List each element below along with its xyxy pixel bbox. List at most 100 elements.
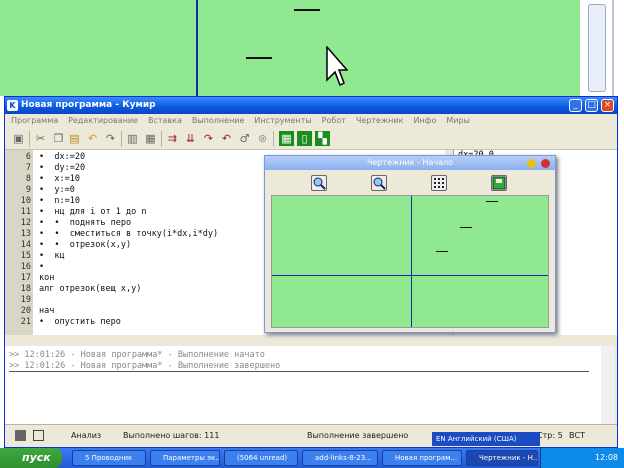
task-button[interactable]: Параметры эк...	[150, 450, 220, 466]
layout-icon[interactable]: ▚	[315, 131, 330, 146]
status-insert-mode: ВСТ	[569, 431, 585, 440]
axis-line	[196, 0, 198, 96]
title-bar[interactable]: K Новая программа - Кумир	[5, 97, 617, 114]
window-icon[interactable]: ▯	[297, 131, 312, 146]
line-number: 16	[20, 262, 31, 272]
panel-border	[612, 0, 614, 96]
code-line[interactable]: • dx:=20	[39, 152, 85, 163]
paste-icon[interactable]: ▤	[67, 131, 82, 146]
line-number: 17	[20, 273, 31, 283]
menu-info[interactable]: Инфо	[413, 116, 436, 125]
drawer-canvas	[271, 195, 549, 328]
line-number: 18	[20, 284, 31, 294]
code-line[interactable]: алг отрезок(вещ x,y)	[39, 284, 141, 295]
task-button[interactable]: Новая програм...	[382, 450, 462, 466]
language-bar[interactable]: EN Английский (США)	[432, 432, 540, 446]
drawer-close-button[interactable]	[541, 159, 550, 168]
drawer-minimize-button[interactable]	[527, 159, 536, 168]
code-line[interactable]: • n:=10	[39, 196, 80, 207]
code-line[interactable]: • dy:=20	[39, 163, 85, 174]
drawn-segment	[436, 251, 448, 252]
task-button-active[interactable]: Чертежник - Н...	[466, 450, 538, 466]
save-icon[interactable]: ▣	[11, 131, 26, 146]
uncomment-icon[interactable]: ▦	[143, 131, 158, 146]
task-button[interactable]: (5064 unread)	[224, 450, 298, 466]
status-mode: Анализ	[71, 431, 102, 440]
code-line[interactable]: • y:=0	[39, 185, 75, 196]
grid-icon[interactable]: ▦	[279, 131, 294, 146]
line-number: 10	[20, 196, 31, 206]
system-tray: 12:08	[540, 448, 624, 468]
stop-icon[interactable]: ⊗	[255, 131, 270, 146]
code-line[interactable]: • опустить перо	[39, 317, 121, 328]
maximize-button[interactable]: □	[585, 99, 598, 112]
copy-icon[interactable]: ❐	[51, 131, 66, 146]
menu-bar: Программа Редактирование Вставка Выполнение…	[5, 114, 617, 128]
code-line[interactable]: • • поднять перо	[39, 218, 131, 229]
messages-scrollbar[interactable]	[601, 346, 615, 424]
status-steps: Выполнено шагов: 111	[123, 431, 220, 440]
step-icon[interactable]: ⇊	[183, 131, 198, 146]
save-status-icon[interactable]	[15, 430, 26, 441]
drawn-segment	[486, 201, 498, 202]
trace-icon[interactable]: ♂	[237, 131, 252, 146]
menu-program[interactable]: Программа	[11, 116, 58, 125]
taskbar: пуск 5 Проводник Параметры эк... (5064 u…	[0, 448, 624, 468]
menu-run[interactable]: Выполнение	[192, 116, 245, 125]
drawn-segment	[294, 9, 320, 11]
toolbar-separator	[273, 131, 274, 147]
save-image-icon[interactable]	[491, 175, 507, 191]
line-number: 8	[25, 174, 31, 184]
start-button[interactable]: пуск	[0, 448, 62, 468]
code-line[interactable]: •	[39, 262, 44, 273]
code-line[interactable]: кон	[39, 273, 54, 284]
step-in-icon[interactable]: ↷	[201, 131, 216, 146]
line-number: 6	[25, 152, 31, 162]
line-number: 7	[25, 163, 31, 173]
cut-icon[interactable]: ✂	[33, 131, 48, 146]
code-line[interactable]: нач	[39, 306, 54, 317]
grid-toggle-icon[interactable]	[431, 175, 447, 191]
close-button[interactable]: ×	[601, 99, 614, 112]
undo-icon[interactable]: ↶	[85, 131, 100, 146]
menu-tools[interactable]: Инструменты	[254, 116, 311, 125]
code-line[interactable]: • x:=10	[39, 174, 80, 185]
window-title: Новая программа - Кумир	[21, 100, 156, 110]
background-drawing-canvas	[0, 0, 582, 96]
drawn-segment	[460, 227, 472, 228]
code-line[interactable]: • • сместиться в точку(i*dx,i*dy)	[39, 229, 218, 240]
zoom-in-icon[interactable]	[311, 175, 327, 191]
code-line[interactable]: • кц	[39, 251, 65, 262]
close-status-icon[interactable]	[33, 430, 44, 441]
run-icon[interactable]: ⇉	[165, 131, 180, 146]
comment-icon[interactable]: ▥	[125, 131, 140, 146]
drawer-title[interactable]: Чертежник - Начало	[265, 156, 555, 170]
menu-edit[interactable]: Редактирование	[68, 116, 138, 125]
zoom-out-icon[interactable]	[371, 175, 387, 191]
redo-icon[interactable]: ↷	[103, 131, 118, 146]
minimize-button[interactable]: _	[569, 99, 582, 112]
toolbar-separator	[29, 131, 30, 147]
toolbar: ▣ ✂ ❐ ▤ ↶ ↷ ▥ ▦ ⇉ ⇊ ↷ ↶ ♂ ⊗ ▦ ▯ ▚	[5, 128, 617, 150]
code-line[interactable]: • нц для i от 1 до n	[39, 207, 146, 218]
line-number: 11	[20, 207, 31, 217]
menu-drawer[interactable]: Чертежник	[356, 116, 404, 125]
menu-insert[interactable]: Вставка	[148, 116, 182, 125]
x-axis	[272, 275, 548, 276]
message-line: >> 12:01:26 - Новая программа* - Выполне…	[9, 350, 265, 360]
message-line: >> 12:01:26 - Новая программа* - Выполне…	[9, 361, 589, 372]
messages-panel: >> 12:01:26 - Новая программа* - Выполне…	[5, 346, 601, 424]
scrollbar[interactable]	[588, 4, 606, 92]
line-number: 21	[20, 317, 31, 327]
step-out-icon[interactable]: ↶	[219, 131, 234, 146]
line-number: 14	[20, 240, 31, 250]
task-button[interactable]: 5 Проводник	[72, 450, 146, 466]
menu-robot[interactable]: Робот	[322, 116, 346, 125]
status-position: Стр: 5	[537, 431, 563, 440]
line-number: 20	[20, 306, 31, 316]
menu-worlds[interactable]: Миры	[446, 116, 470, 125]
task-button[interactable]: add-links-8-23...	[302, 450, 378, 466]
drawn-segment	[246, 57, 272, 59]
line-number: 12	[20, 218, 31, 228]
code-line[interactable]: • • отрезок(x,y)	[39, 240, 131, 251]
